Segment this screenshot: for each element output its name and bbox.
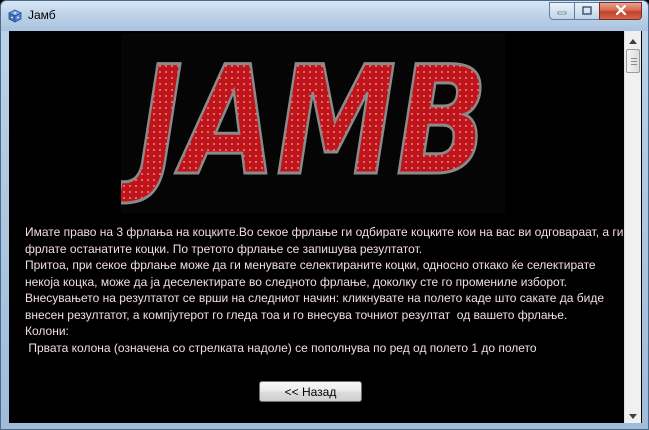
caption-buttons — [549, 2, 642, 20]
instructions-paragraph: Имате право на 3 фрлања на коцките.Во се… — [25, 225, 624, 256]
instructions-text[interactable]: Имате право на 3 фрлања на коцките.Во се… — [25, 224, 625, 366]
minimize-button[interactable] — [549, 2, 575, 20]
scroll-thumb[interactable] — [626, 49, 640, 73]
instructions-paragraph: Првата колона (означена со стрелката над… — [25, 340, 537, 355]
maximize-button[interactable] — [574, 2, 600, 20]
thumb-grip — [631, 58, 637, 59]
client-area: JAMB Имате право на 3 фрлања на коцките.… — [9, 31, 642, 423]
dice-icon — [8, 9, 22, 23]
jamb-logo: JAMB — [116, 33, 505, 213]
logo-text: JAMB — [121, 35, 488, 209]
instructions-paragraph: Притоа, при секое фрлање може да ги мену… — [25, 258, 599, 289]
window-title: Јамб — [28, 8, 56, 22]
instructions-paragraph: Колони: — [25, 324, 69, 338]
title-bar[interactable]: Јамб — [1, 1, 648, 31]
scroll-down-button[interactable] — [625, 406, 641, 423]
back-button[interactable]: << Назад — [259, 381, 362, 402]
thumb-grip — [631, 64, 637, 65]
arrow-up-icon — [629, 31, 637, 49]
close-icon — [615, 2, 627, 20]
vertical-scrollbar[interactable] — [624, 31, 641, 423]
close-button[interactable] — [599, 2, 642, 20]
minimize-icon — [557, 2, 567, 20]
instructions-paragraph: Внесувањето на резултатот се врши на сле… — [25, 291, 608, 322]
arrow-down-icon — [629, 406, 637, 424]
maximize-icon — [582, 2, 592, 20]
thumb-grip — [631, 61, 637, 62]
scroll-up-button[interactable] — [625, 31, 641, 48]
app-window: Јамб JAMB Имате право на 3 фрлања на коц… — [0, 0, 649, 430]
